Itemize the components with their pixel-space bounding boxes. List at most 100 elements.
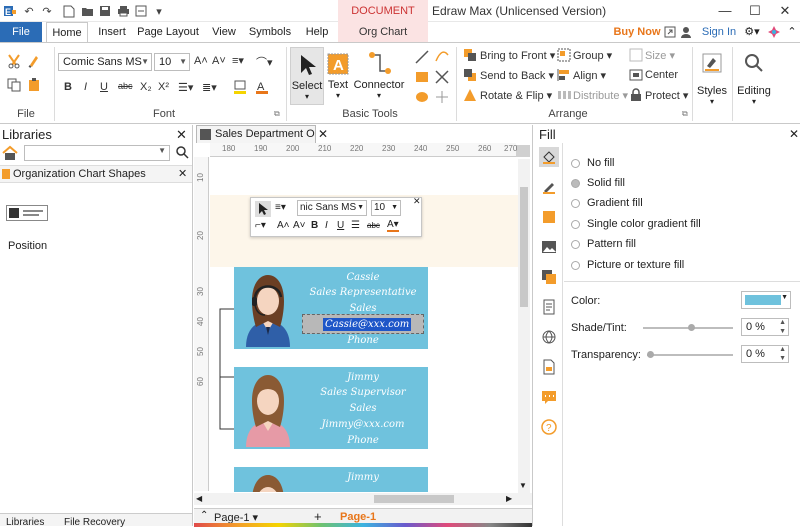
transparency-slider[interactable]	[647, 351, 733, 358]
paste-icon[interactable]	[26, 77, 42, 93]
fill-option-single-color-gradient[interactable]: Single color gradient fill	[571, 216, 701, 232]
fill-option-solid-fill[interactable]: Solid fill	[571, 175, 625, 191]
fill-option-gradient-fill[interactable]: Gradient fill	[571, 195, 643, 211]
send-to-back-button[interactable]: Send to Back ▾	[480, 69, 554, 82]
font-dialog-launcher-icon[interactable]: ⧉	[274, 109, 280, 119]
close-category-icon[interactable]: ✕	[178, 167, 187, 180]
bullets-icon[interactable]: ☰▾	[178, 81, 193, 94]
group-button[interactable]: Group ▾	[573, 49, 612, 62]
comment-icon[interactable]	[539, 387, 559, 407]
mini-shrink-font-icon[interactable]: A˅	[293, 220, 306, 231]
library-category-header[interactable]: Organization Chart Shapes ✕	[0, 165, 192, 183]
horizontal-scroll-thumb[interactable]	[374, 495, 454, 503]
cross-line-icon[interactable]	[434, 69, 450, 85]
sign-in-link[interactable]: Sign In	[700, 22, 738, 42]
copy-icon[interactable]	[6, 77, 22, 93]
help-icon[interactable]: ?	[539, 417, 559, 437]
search-icon[interactable]	[175, 145, 189, 159]
org-card-jimmy-2[interactable]: Jimmy	[234, 467, 428, 492]
transparency-spinner-icon[interactable]: ▲ ▼	[779, 345, 786, 363]
open-folder-icon[interactable]	[80, 4, 94, 18]
page-properties-icon[interactable]	[539, 297, 559, 317]
maximize-button[interactable]: ☐	[740, 2, 770, 20]
mini-strikethrough-icon[interactable]: abc	[367, 221, 380, 230]
redo-icon[interactable]: ↷	[40, 4, 54, 18]
anchor-point-icon[interactable]	[434, 89, 450, 105]
org-card-jimmy[interactable]: Jimmy Sales Supervisor Sales Jimmy@xxx.c…	[234, 367, 428, 449]
minimize-button[interactable]: —	[710, 2, 740, 20]
scroll-left-arrow-icon[interactable]: ◀	[196, 494, 202, 503]
highlight-color-icon[interactable]	[232, 79, 248, 95]
transparency-slider-knob[interactable]	[647, 351, 654, 358]
undo-icon[interactable]: ↶	[22, 4, 36, 18]
shade-tint-slider[interactable]	[643, 324, 733, 331]
protect-button[interactable]: Protect ▾	[645, 89, 688, 102]
library-search-input[interactable]: ▼	[24, 145, 170, 161]
globe-icon[interactable]	[539, 327, 559, 347]
card-name[interactable]: Jimmy	[298, 370, 428, 385]
underline-icon[interactable]: U	[100, 81, 108, 93]
fill-option-picture-texture[interactable]: Picture or texture fill	[571, 257, 684, 273]
card-title[interactable]: Sales Representative	[298, 285, 428, 300]
text-edit-box[interactable]: Cassie@xxx.com	[302, 314, 424, 334]
document-tab[interactable]: Sales Department O...	[196, 125, 316, 143]
share-icon[interactable]	[664, 22, 678, 42]
close-libraries-icon[interactable]: ✕	[176, 127, 187, 143]
mini-toolbar-close-icon[interactable]: ✕	[413, 196, 421, 207]
settings-gear-icon[interactable]: ⚙▾	[742, 22, 762, 42]
center-button[interactable]: Center	[645, 69, 678, 81]
italic-icon[interactable]: I	[84, 81, 87, 93]
shade-tint-input[interactable]: 0 % ▲ ▼	[741, 318, 789, 336]
export-icon[interactable]	[134, 4, 148, 18]
scroll-right-arrow-icon[interactable]: ▶	[506, 494, 512, 503]
text-tool-button[interactable]: A Text ▾	[326, 47, 350, 105]
line-icon[interactable]	[414, 49, 430, 65]
customize-quick-access-icon[interactable]: ▾	[152, 4, 166, 18]
layers-icon[interactable]	[539, 267, 559, 287]
transparency-input[interactable]: 0 % ▲ ▼	[741, 345, 789, 363]
styles-button[interactable]: Styles ▾	[696, 47, 728, 106]
mini-select-pointer-icon[interactable]	[255, 201, 271, 217]
card-name[interactable]: Jimmy	[298, 470, 428, 485]
select-tool-button[interactable]: Select ▾	[290, 47, 324, 105]
mini-size-select[interactable]: 10 ▼	[371, 200, 401, 216]
mini-align-icon[interactable]: ≡▾	[275, 202, 286, 213]
card-phone[interactable]: Phone	[298, 333, 428, 348]
mini-font-color-icon[interactable]: A▾	[387, 219, 399, 232]
vertical-scroll-thumb[interactable]	[520, 187, 528, 307]
rotate-flip-button[interactable]: Rotate & Flip ▾	[480, 89, 552, 102]
tab-view[interactable]: View	[206, 22, 242, 42]
increase-font-icon[interactable]: A˄	[194, 55, 208, 67]
distribute-button[interactable]: Distribute ▾	[573, 89, 628, 102]
scroll-down-arrow-icon[interactable]: ▼	[519, 481, 527, 490]
align-button[interactable]: Align ▾	[573, 69, 606, 82]
mini-font-select[interactable]: nic Sans MS ▼	[297, 200, 367, 216]
tab-file-recovery[interactable]: File Recovery	[64, 517, 125, 528]
font-size-select[interactable]: 10 ▼	[154, 53, 190, 71]
tab-page-layout[interactable]: Page Layout	[136, 22, 200, 42]
search-dropdown-icon[interactable]: ▼	[158, 146, 166, 155]
subscript-icon[interactable]: X₂	[140, 81, 152, 93]
connector-tool-button[interactable]: Connector ▾	[352, 47, 406, 105]
mini-bold-icon[interactable]: B	[311, 220, 318, 231]
rectangle-icon[interactable]	[414, 69, 430, 85]
card-title[interactable]: Sales Supervisor	[298, 385, 428, 400]
align-icon[interactable]: ≡▾	[232, 54, 244, 67]
ruler-corner-button[interactable]	[516, 145, 530, 157]
tab-home[interactable]: Home	[46, 22, 88, 42]
mini-list-icon[interactable]: ☰	[351, 220, 360, 231]
mini-italic-icon[interactable]: I	[325, 220, 328, 231]
drawing-canvas[interactable]: Cassie Sales Representative Sales Cassie…	[210, 159, 518, 492]
card-department[interactable]: Sales	[298, 401, 428, 416]
decrease-font-icon[interactable]: A˅	[212, 55, 226, 67]
apps-icon[interactable]	[768, 22, 782, 42]
curve-icon[interactable]	[434, 49, 450, 65]
color-palette-strip[interactable]	[194, 523, 532, 527]
shade-tint-slider-knob[interactable]	[688, 324, 695, 331]
shadow-icon[interactable]	[539, 207, 559, 227]
bold-icon[interactable]: B	[64, 81, 72, 93]
org-card-cassie[interactable]: Cassie Sales Representative Sales Cassie…	[234, 267, 428, 349]
card-name[interactable]: Cassie	[298, 270, 428, 285]
fill-paint-bucket-icon[interactable]	[539, 147, 559, 167]
tab-help[interactable]: Help	[300, 22, 334, 42]
